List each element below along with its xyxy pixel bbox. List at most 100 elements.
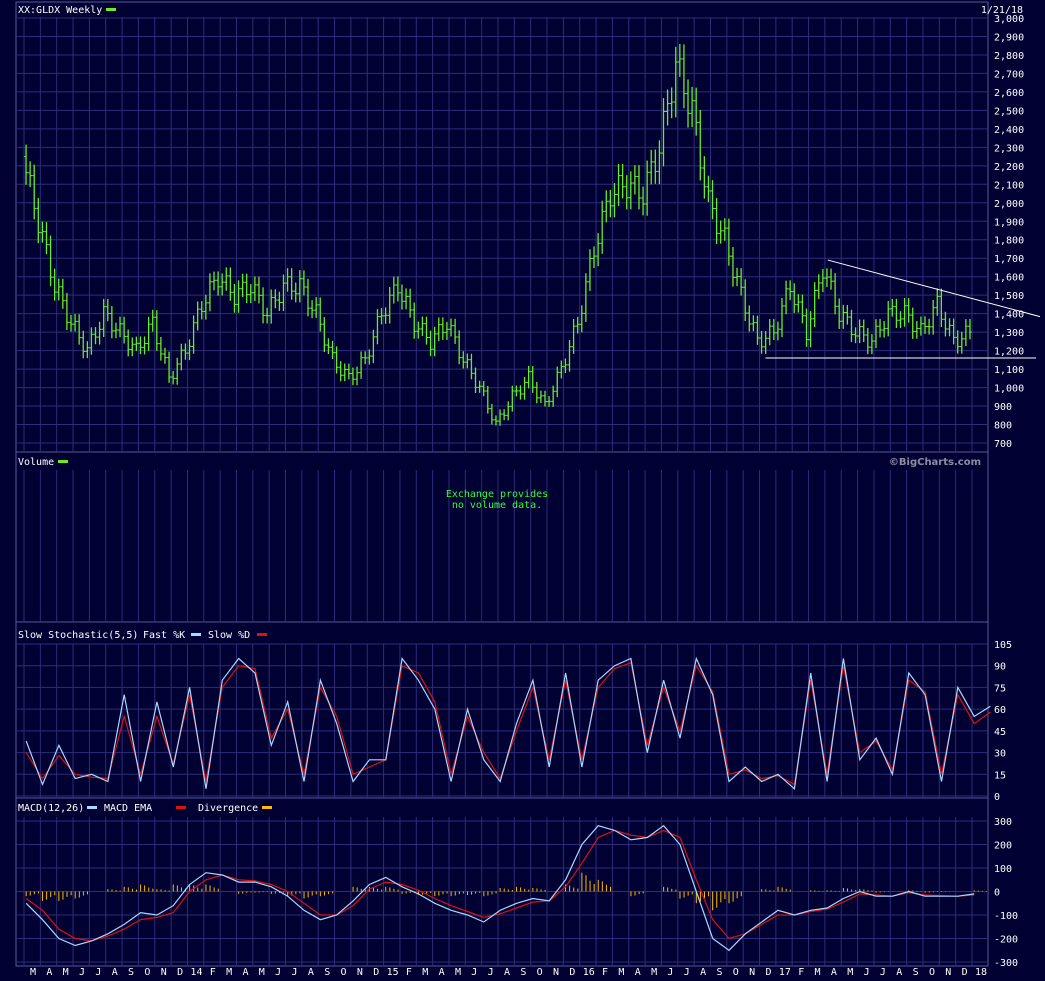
x-tick-label: F — [798, 967, 804, 978]
price-y-tick: 2,300 — [994, 143, 1024, 154]
price-y-tick: 1,100 — [994, 365, 1024, 376]
divergence-label: Divergence — [198, 803, 258, 814]
macd-y-tick: 200 — [994, 841, 1012, 852]
no-volume-line1: Exchange provides — [446, 489, 548, 500]
x-tick-label: F — [406, 967, 412, 978]
price-y-tick: 2,100 — [994, 180, 1024, 191]
x-tick-label: F — [602, 967, 608, 978]
x-tick-label: A — [635, 967, 641, 978]
price-y-tick: 1,000 — [994, 384, 1024, 395]
price-y-tick: 1,700 — [994, 254, 1024, 265]
x-tick-label: M — [651, 967, 657, 978]
price-y-tick: 1,800 — [994, 236, 1024, 247]
x-tick-label: A — [896, 967, 902, 978]
price-y-tick: 2,000 — [994, 199, 1024, 210]
stoch-y-tick: 45 — [994, 727, 1006, 738]
x-tick-label: A — [439, 967, 445, 978]
x-tick-label: 18 — [975, 967, 987, 978]
x-tick-label: O — [733, 967, 739, 978]
x-tick-label: M — [815, 967, 821, 978]
volume-title: Volume — [18, 457, 54, 468]
x-tick-label: A — [700, 967, 706, 978]
x-tick-label: 15 — [387, 967, 399, 978]
x-tick-label: F — [210, 967, 216, 978]
x-tick-label: N — [161, 967, 167, 978]
price-y-tick: 2,500 — [994, 106, 1024, 117]
price-y-tick: 700 — [994, 439, 1012, 450]
x-tick-label: D — [373, 967, 379, 978]
price-y-tick: 2,600 — [994, 88, 1024, 99]
price-y-tick: 800 — [994, 421, 1012, 432]
x-tick-label: S — [128, 967, 134, 978]
divergence-swatch — [262, 806, 272, 809]
x-tick-label: M — [618, 967, 624, 978]
x-tick-label: N — [553, 967, 559, 978]
x-tick-label: J — [275, 967, 281, 978]
x-tick-label: M — [847, 967, 853, 978]
stoch-y-tick: 0 — [994, 792, 1000, 803]
x-tick-label: N — [945, 967, 951, 978]
x-tick-label: S — [913, 967, 919, 978]
x-tick-label: A — [831, 967, 837, 978]
stoch-fast-swatch — [191, 633, 201, 636]
x-tick-label: A — [46, 967, 52, 978]
x-tick-label: M — [63, 967, 69, 978]
watermark: ©BigCharts.com — [889, 457, 981, 468]
x-tick-label: S — [520, 967, 526, 978]
x-tick-label: 16 — [583, 967, 595, 978]
stoch-y-tick: 75 — [994, 683, 1006, 694]
stoch-y-tick: 15 — [994, 770, 1006, 781]
macd-ema-label: MACD EMA — [104, 803, 152, 814]
x-tick-label: N — [749, 967, 755, 978]
stock-chart: 3,0002,9002,8002,7002,6002,5002,4002,300… — [0, 0, 1045, 981]
stoch-fast-label: Fast %K — [143, 630, 185, 641]
x-tick-label: S — [324, 967, 330, 978]
macd-y-tick: 300 — [994, 817, 1012, 828]
price-y-tick: 1,900 — [994, 217, 1024, 228]
price-y-tick: 1,600 — [994, 273, 1024, 284]
x-tick-label: A — [112, 967, 118, 978]
price-y-tick: 2,700 — [994, 69, 1024, 80]
x-tick-label: A — [504, 967, 510, 978]
price-y-tick: 1,500 — [994, 291, 1024, 302]
chart-date: 1/21/18 — [981, 5, 1023, 16]
x-tick-label: 17 — [779, 967, 791, 978]
x-tick-label: 14 — [190, 967, 202, 978]
x-tick-label: J — [488, 967, 494, 978]
x-tick-label: D — [569, 967, 575, 978]
price-y-tick: 2,400 — [994, 125, 1024, 136]
price-y-tick: 1,200 — [994, 347, 1024, 358]
x-tick-label: A — [308, 967, 314, 978]
stoch-title: Slow Stochastic(5,5) — [18, 630, 138, 641]
x-tick-label: J — [95, 967, 101, 978]
x-tick-label: O — [144, 967, 150, 978]
x-tick-label: J — [471, 967, 477, 978]
x-tick-label: J — [684, 967, 690, 978]
macd-ema-swatch — [176, 806, 186, 809]
x-tick-label: D — [962, 967, 968, 978]
price-y-tick: 2,200 — [994, 162, 1024, 173]
x-tick-label: M — [30, 967, 36, 978]
price-y-tick: 1,400 — [994, 310, 1024, 321]
stoch-y-tick: 30 — [994, 749, 1006, 760]
price-legend-swatch — [106, 8, 116, 11]
price-y-tick: 2,800 — [994, 51, 1024, 62]
x-tick-label: M — [455, 967, 461, 978]
x-tick-label: D — [177, 967, 183, 978]
macd-y-tick: -100 — [994, 911, 1018, 922]
stoch-slow-label: Slow %D — [208, 630, 250, 641]
stoch-y-tick: 90 — [994, 662, 1006, 673]
macd-y-tick: -200 — [994, 935, 1018, 946]
x-tick-label: O — [929, 967, 935, 978]
price-y-tick: 900 — [994, 402, 1012, 413]
macd-y-tick: 0 — [994, 888, 1000, 899]
macd-swatch — [87, 806, 97, 809]
x-tick-label: O — [537, 967, 543, 978]
x-tick-label: M — [259, 967, 265, 978]
x-tick-label: J — [292, 967, 298, 978]
x-tick-label: J — [880, 967, 886, 978]
price-y-tick: 2,900 — [994, 32, 1024, 43]
x-tick-label: M — [422, 967, 428, 978]
x-tick-label: O — [341, 967, 347, 978]
stoch-slow-swatch — [257, 633, 267, 636]
